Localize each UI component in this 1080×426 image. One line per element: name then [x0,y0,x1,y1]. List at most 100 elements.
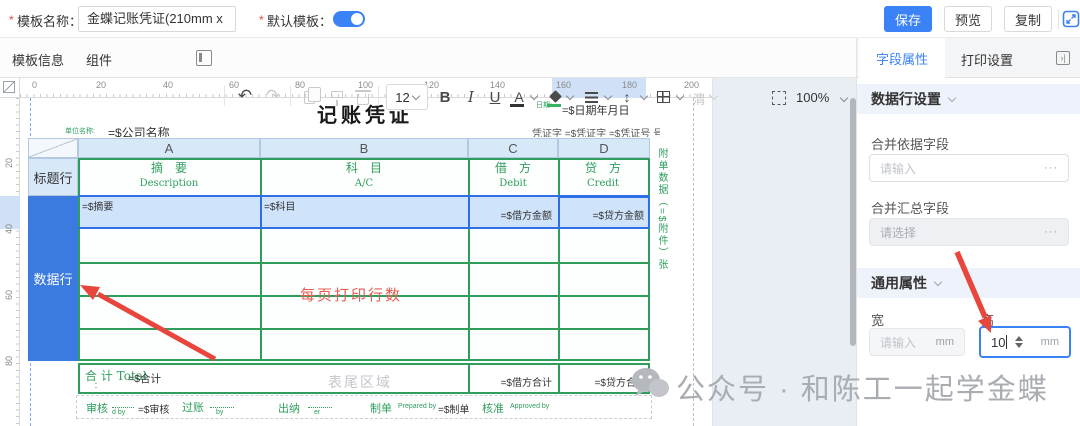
height-value: 10 [991,335,1005,350]
data-row-settings-section[interactable]: 数据行设置 [857,84,1080,114]
company-field[interactable]: =$公司名称 [108,124,170,137]
underline-icon[interactable]: U [484,86,506,108]
redo-icon[interactable]: ↷ [262,85,284,107]
fit-screen-icon[interactable] [768,87,790,109]
unit-mm: mm [1041,336,1059,348]
watermark-text: 公众号 · 和陈工一起学金蝶 [676,366,1049,408]
clipped-header-line: 单位名称: =$公司名称 凭证字 =$凭证字 =$凭证号 号 [60,120,660,137]
debit-total-field[interactable]: =$借方合计 [470,374,552,389]
align-icon[interactable] [580,86,602,108]
ruler-number: 0 [32,80,37,90]
head-cell-credit[interactable]: 贷 方 Credit [560,161,646,191]
font-size-value: 12 [395,90,409,105]
bold-icon[interactable]: B [434,86,456,108]
ruler-number: 60 [4,287,14,303]
selected-cell[interactable]: =$贷方金额 [558,196,650,229]
data-row-label[interactable]: 数据行 [28,196,78,361]
general-properties-section[interactable]: 通用属性 [857,268,1080,298]
dotted-line [210,400,234,408]
checked-field[interactable]: =$审核 [138,401,169,416]
field-account[interactable]: =$科目 [264,198,295,213]
table-corner-cell[interactable] [28,138,78,158]
vertical-align-icon[interactable]: ↕ [616,86,638,108]
merge-summary-label: 合并汇总字段 [871,198,949,217]
format-toolbar: 模板信息 组件 ↶ ↷ 12 B I U A ↕ 清 1 [0,38,856,78]
divider [1058,9,1059,29]
tab-components[interactable]: 组件 [86,50,112,69]
format-painter-icon[interactable] [326,86,348,108]
panel-tab-bar: 字段属性 打印设置 ›| [856,38,1080,78]
head-cell-debit[interactable]: 借 方 Debit [470,161,556,191]
attachment-note[interactable]: 附单数据（=$附件）张 [654,148,669,363]
field-credit-amount: =$贷方金额 [593,207,644,222]
merge-summary-input[interactable]: 请选择 ··· [869,218,1069,246]
print-rows-annotation: 每页打印行数 [300,284,402,305]
head-cell-account[interactable]: 科 目 A/C [262,161,466,191]
column-header-b[interactable]: B [260,138,468,158]
zoom-level[interactable]: 100% [796,90,829,105]
ruler-number: 20 [96,80,106,90]
merge-basis-input[interactable]: 请输入 ··· [869,154,1069,182]
border-table-icon[interactable] [652,86,674,108]
ruler-number: 40 [4,221,14,237]
title-row-label[interactable]: 标题行 [28,158,78,196]
delete-icon[interactable] [352,86,374,108]
height-input[interactable]: 10 mm [979,326,1071,358]
section-title: 数据行设置 [871,89,941,109]
fullscreen-icon[interactable] [1062,10,1080,28]
stepper-icon[interactable] [1015,336,1023,348]
collapse-panel-icon[interactable]: ›| [1056,51,1070,65]
more-icon[interactable]: ··· [1044,226,1058,238]
column-header-c[interactable]: C [468,138,558,158]
merge-basis-label: 合并依据字段 [871,134,949,153]
more-icon[interactable]: ··· [1044,162,1058,174]
ruler-number: 20 [4,155,14,171]
top-bar: * 模板名称： 金蝶记账凭证(210mm x * 默认模板： 保存 预览 复制 [0,0,1080,38]
template-name-input[interactable]: 金蝶记账凭证(210mm x [78,6,236,32]
required-mark: * [9,13,14,27]
head-cell-summary[interactable]: 摘 要 Description [80,161,258,191]
posted-sub: by [216,409,223,416]
wechat-watermark-icon [630,364,672,404]
chevron-down-icon [934,277,942,285]
field-debit-amount[interactable]: =$借方金额 [468,207,552,222]
head-en: A/C [262,176,466,191]
tab-field-properties[interactable]: 字段属性 [859,38,945,78]
panel-toggle-icon[interactable] [196,50,212,66]
voucher-number-line[interactable]: 凭证字 =$凭证字 =$凭证号 号 [532,125,660,137]
total-field[interactable]: =$合计 [128,371,161,386]
field-summary[interactable]: =$摘要 [82,198,113,213]
ruler-corner-icon [3,81,15,93]
head-en: Description [80,176,258,191]
design-canvas[interactable]: 记账凭证 日期: =$日期年月日 单位名称: =$公司名称 凭证字 =$凭证字 … [20,98,712,426]
italic-icon[interactable]: I [460,86,482,108]
cashier-label: 出纳 [278,400,300,416]
copy-cell-icon[interactable] [298,86,320,108]
head-en: Debit [470,176,556,191]
placeholder: 请选择 [880,224,916,241]
tab-template-info[interactable]: 模板信息 [12,50,64,69]
footer-zone-watermark: 表尾区域 [328,372,392,392]
chevron-down-icon [411,91,419,99]
copy-button[interactable]: 复制 [1004,6,1052,32]
tab-print-settings[interactable]: 打印设置 [961,50,1013,69]
clear-format-icon[interactable]: 清 [688,87,710,109]
divider [224,86,225,106]
divider [378,86,379,106]
column-header-a[interactable]: A [78,138,260,158]
width-input[interactable]: 请输入 mm [869,328,965,356]
head-cn: 摘 要 [80,161,258,176]
font-size-select[interactable]: 12 [386,84,428,110]
save-button[interactable]: 保存 [884,6,932,32]
placeholder: 请输入 [880,160,916,177]
prepared-field[interactable]: =$制单 [438,401,469,416]
preview-button[interactable]: 预览 [944,6,992,32]
section-title: 通用属性 [871,273,927,293]
text-cursor [1006,335,1007,349]
vertical-ruler: 20 40 60 80 [0,98,20,426]
default-template-toggle[interactable] [333,11,365,27]
undo-icon[interactable]: ↶ [234,85,256,107]
chevron-down-icon [948,93,956,101]
cashier-sub: er [314,409,320,416]
column-header-d[interactable]: D [558,138,650,158]
